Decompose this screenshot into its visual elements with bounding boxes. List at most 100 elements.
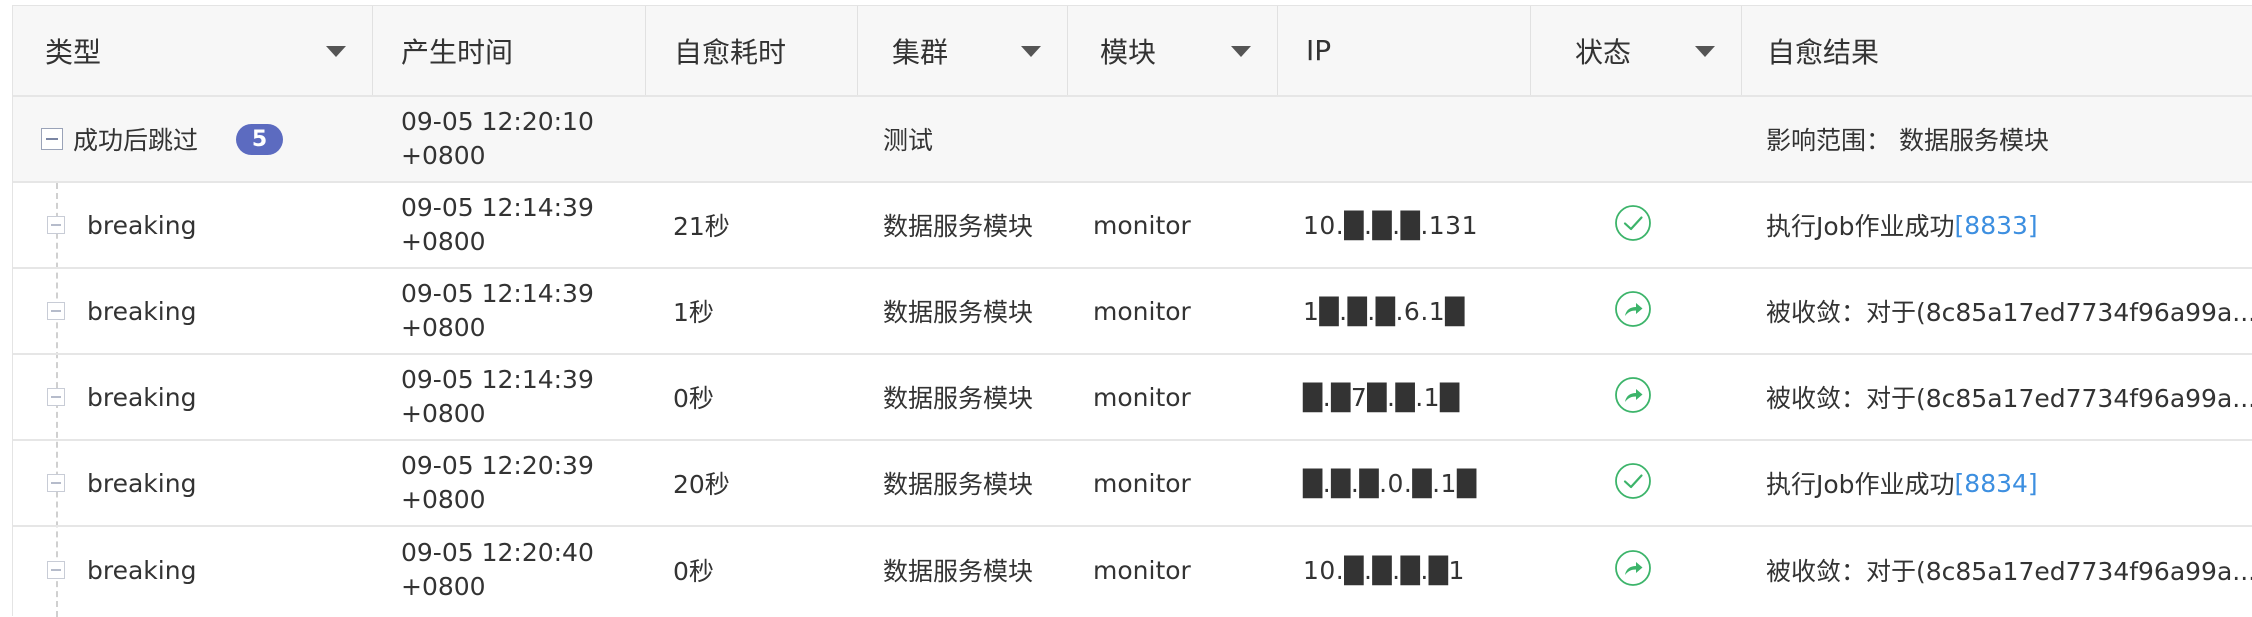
table-row[interactable]: breaking 09-05 12:14:39 +0800 0秒 数据服务模块 monit… xyxy=(13,355,2252,441)
job-link[interactable]: [8833] xyxy=(1955,211,2038,240)
ip-address: █.█7█.█.1█ xyxy=(1303,382,1460,412)
duration-label: 1秒 xyxy=(673,298,714,327)
table-row[interactable]: breaking 09-05 12:20:40 +0800 0秒 数据服务模块 monit… xyxy=(13,527,2252,613)
row-type-cell: breaking xyxy=(47,183,367,267)
row-type-label: breaking xyxy=(87,382,197,412)
time-date: 09-05 12:14:39 xyxy=(401,193,594,222)
module-label: monitor xyxy=(1093,210,1191,240)
collapse-icon[interactable] xyxy=(47,474,65,492)
cluster-label: 数据服务模块 xyxy=(883,212,1034,241)
check-circle-icon xyxy=(1613,203,1653,247)
chevron-down-icon[interactable] xyxy=(1021,46,1041,57)
row-cluster-cell: 数据服务模块 xyxy=(883,355,1068,439)
column-header-module[interactable]: 模块 xyxy=(1068,6,1278,95)
group-type-label: 成功后跳过 xyxy=(73,126,199,155)
row-ip-cell: 1█.█.█.6.1█ xyxy=(1303,269,1528,353)
duration-label: 21秒 xyxy=(673,212,730,241)
table-row[interactable]: breaking 09-05 12:14:39 +0800 1秒 数据服务模块 monit… xyxy=(13,269,2252,355)
column-header-label: 自愈耗时 xyxy=(674,35,787,69)
row-status-cell xyxy=(1603,441,1663,525)
chevron-down-icon[interactable] xyxy=(326,46,346,57)
row-result-cell: 被收敛：对于(8c85a17ed7734f96a99a... xyxy=(1766,269,2252,353)
check-circle-icon xyxy=(1613,461,1653,505)
result-text: 执行Job作业成功 xyxy=(1766,212,1955,241)
row-type-label: breaking xyxy=(87,468,197,498)
module-label: monitor xyxy=(1093,296,1191,326)
column-header-ip: IP xyxy=(1278,6,1531,95)
time-zone: +0800 xyxy=(401,399,486,428)
table-header: 类型 产生时间 自愈耗时 集群 模块 IP 状态 自愈结果 xyxy=(13,6,2252,97)
column-header-duration: 自愈耗时 xyxy=(646,6,858,95)
group-type-cell: 成功后跳过 5 xyxy=(41,97,371,181)
row-status-cell xyxy=(1603,183,1663,267)
duration-label: 0秒 xyxy=(673,557,714,586)
collapse-icon[interactable] xyxy=(41,128,63,150)
time-date: 09-05 12:14:39 xyxy=(401,365,594,394)
row-module-cell: monitor xyxy=(1093,441,1278,525)
row-result-cell: 被收敛：对于(8c85a17ed7734f96a99a... xyxy=(1766,527,2252,613)
column-header-label: 类型 xyxy=(45,35,102,69)
group-cluster-label: 测试 xyxy=(883,126,934,155)
row-type-cell: breaking xyxy=(47,441,367,525)
row-type-label: breaking xyxy=(87,555,197,585)
collapse-icon[interactable] xyxy=(47,388,65,406)
count-badge: 5 xyxy=(236,123,284,155)
time-zone: +0800 xyxy=(401,227,486,256)
self-heal-table: 类型 产生时间 自愈耗时 集群 模块 IP 状态 自愈结果 成功后跳过 5 09… xyxy=(12,5,2252,617)
result-text: 被收敛：对于(8c85a17ed7734f96a99a... xyxy=(1766,298,2252,327)
row-status-cell xyxy=(1603,527,1663,613)
column-header-status[interactable]: 状态 xyxy=(1531,6,1742,95)
module-label: monitor xyxy=(1093,555,1191,585)
cluster-label: 数据服务模块 xyxy=(883,470,1034,499)
row-time-cell: 09-05 12:14:39 +0800 xyxy=(401,355,646,439)
row-duration-cell: 0秒 xyxy=(673,355,853,439)
collapse-icon[interactable] xyxy=(47,561,65,579)
time-zone: +0800 xyxy=(401,313,486,342)
forward-circle-icon xyxy=(1613,375,1653,419)
column-header-cluster[interactable]: 集群 xyxy=(858,6,1068,95)
job-link[interactable]: [8834] xyxy=(1955,469,2038,498)
table-row[interactable]: breaking 09-05 12:14:39 +0800 21秒 数据服务模块 moni… xyxy=(13,183,2252,269)
chevron-down-icon[interactable] xyxy=(1231,46,1251,57)
ip-address: 10.█.█.█.131 xyxy=(1303,210,1478,240)
row-module-cell: monitor xyxy=(1093,527,1278,613)
chevron-down-icon[interactable] xyxy=(1695,46,1715,57)
row-ip-cell: 10.█.█.█.█1 xyxy=(1303,527,1528,613)
collapse-icon[interactable] xyxy=(47,302,65,320)
row-module-cell: monitor xyxy=(1093,355,1278,439)
row-cluster-cell: 数据服务模块 xyxy=(883,441,1068,525)
group-result-cell: 影响范围： 数据服务模块 xyxy=(1766,97,2246,181)
column-header-type[interactable]: 类型 xyxy=(13,6,373,95)
row-module-cell: monitor xyxy=(1093,269,1278,353)
group-cluster-cell: 测试 xyxy=(883,97,1063,181)
row-type-cell: breaking xyxy=(47,527,367,613)
row-duration-cell: 21秒 xyxy=(673,183,853,267)
table-row[interactable]: breaking 09-05 12:20:39 +0800 20秒 数据服务模块 moni… xyxy=(13,441,2252,527)
row-ip-cell: █.█7█.█.1█ xyxy=(1303,355,1528,439)
column-header-label: IP xyxy=(1306,34,1332,67)
row-type-label: breaking xyxy=(87,210,197,240)
row-time-cell: 09-05 12:20:40 +0800 xyxy=(401,527,646,613)
row-result-cell: 被收敛：对于(8c85a17ed7734f96a99a... xyxy=(1766,355,2252,439)
time-zone: +0800 xyxy=(401,572,486,601)
collapse-icon[interactable] xyxy=(47,216,65,234)
row-ip-cell: 10.█.█.█.131 xyxy=(1303,183,1528,267)
column-header-label: 集群 xyxy=(892,35,949,69)
column-header-label: 自愈结果 xyxy=(1767,35,1880,69)
row-status-cell xyxy=(1603,269,1663,353)
forward-circle-icon xyxy=(1613,548,1653,592)
result-text: 被收敛：对于(8c85a17ed7734f96a99a... xyxy=(1766,384,2252,413)
cluster-label: 数据服务模块 xyxy=(883,557,1034,586)
cluster-label: 数据服务模块 xyxy=(883,298,1034,327)
column-header-label: 状态 xyxy=(1575,35,1632,69)
group-row: 成功后跳过 5 09-05 12:20:10 +0800 测试 影响范围： 数据… xyxy=(13,97,2252,183)
row-type-cell: breaking xyxy=(47,355,367,439)
time-date: 09-05 12:14:39 xyxy=(401,279,594,308)
row-result-cell: 执行Job作业成功 [8834] xyxy=(1766,441,2236,525)
ip-address: 1█.█.█.6.1█ xyxy=(1303,296,1465,326)
row-module-cell: monitor xyxy=(1093,183,1278,267)
row-cluster-cell: 数据服务模块 xyxy=(883,183,1068,267)
row-time-cell: 09-05 12:20:39 +0800 xyxy=(401,441,646,525)
row-duration-cell: 1秒 xyxy=(673,269,853,353)
column-header-label: 产生时间 xyxy=(401,35,514,69)
